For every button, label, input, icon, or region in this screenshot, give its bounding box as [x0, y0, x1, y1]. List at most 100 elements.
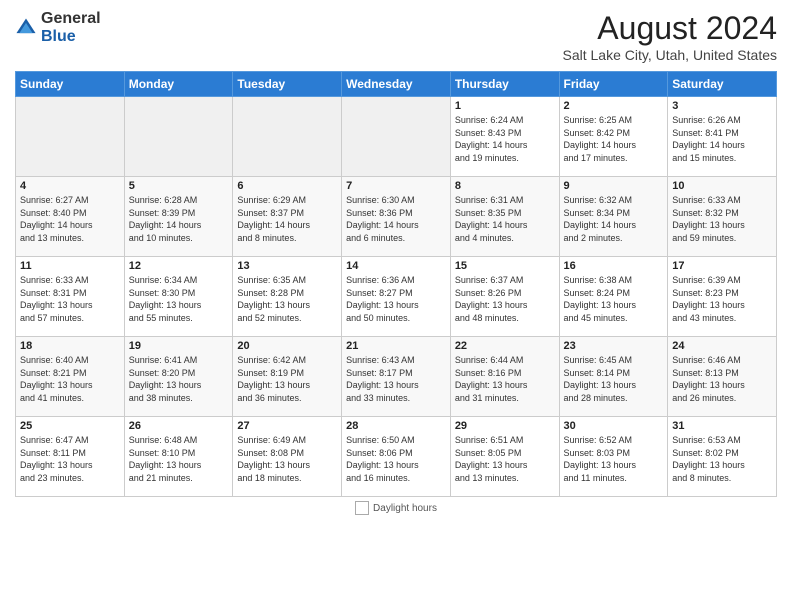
- calendar-cell: 21 Sunrise: 6:43 AM Sunset: 8:17 PM Dayli…: [342, 337, 451, 417]
- calendar-cell: 28Sunrise: 6:50 AM Sunset: 8:06 PM Dayli…: [342, 417, 451, 497]
- weekday-header-saturday: Saturday: [668, 72, 777, 97]
- day-info: Sunrise: 6:30 AM Sunset: 8:36 PM Dayligh…: [346, 194, 446, 244]
- day-info: Sunrise: 6:27 AM Sunset: 8:40 PM Dayligh…: [20, 194, 120, 244]
- day-number: 17: [672, 260, 772, 272]
- calendar-cell: 3 Sunrise: 6:26 AM Sunset: 8:41 PM Daylig…: [668, 97, 777, 177]
- day-number: 9: [564, 180, 664, 192]
- day-info: Sunrise: 6:38 AM Sunset: 8:24 PM Dayligh…: [564, 274, 664, 324]
- calendar-cell: 7 Sunrise: 6:30 AM Sunset: 8:36 PM Daylig…: [342, 177, 451, 257]
- calendar-cell: 6 Sunrise: 6:29 AM Sunset: 8:37 PM Daylig…: [233, 177, 342, 257]
- day-info: Sunrise: 6:29 AM Sunset: 8:37 PM Dayligh…: [237, 194, 337, 244]
- day-number: 24: [672, 340, 772, 352]
- day-info: Sunrise: 6:33 AM Sunset: 8:32 PM Dayligh…: [672, 194, 772, 244]
- weekday-header-friday: Friday: [559, 72, 668, 97]
- day-info: Sunrise: 6:49 AM Sunset: 8:08 PM Dayligh…: [237, 434, 337, 484]
- day-info: Sunrise: 6:52 AM Sunset: 8:03 PM Dayligh…: [564, 434, 664, 484]
- day-number: 2: [564, 100, 664, 112]
- day-info: Sunrise: 6:48 AM Sunset: 8:10 PM Dayligh…: [129, 434, 229, 484]
- day-number: 23: [564, 340, 664, 352]
- calendar-cell: 31 Sunrise: 6:53 AM Sunset: 8:02 PM Dayli…: [668, 417, 777, 497]
- day-number: 11: [20, 260, 120, 272]
- weekday-header-monday: Monday: [124, 72, 233, 97]
- day-number: 14: [346, 260, 446, 272]
- calendar-cell: 18 Sunrise: 6:40 AM Sunset: 8:21 PM Dayli…: [16, 337, 125, 417]
- weekday-header-wednesday: Wednesday: [342, 72, 451, 97]
- calendar-cell: 20Sunrise: 6:42 AM Sunset: 8:19 PM Dayli…: [233, 337, 342, 417]
- calendar-cell: 17 Sunrise: 6:39 AM Sunset: 8:23 PM Dayli…: [668, 257, 777, 337]
- calendar-cell: 9 Sunrise: 6:32 AM Sunset: 8:34 PM Daylig…: [559, 177, 668, 257]
- day-number: 30: [564, 420, 664, 432]
- day-info: Sunrise: 6:25 AM Sunset: 8:42 PM Dayligh…: [564, 114, 664, 164]
- weekday-header-sunday: Sunday: [16, 72, 125, 97]
- logo-general-text: General: [41, 10, 101, 27]
- calendar-cell: 16 Sunrise: 6:38 AM Sunset: 8:24 PM Dayli…: [559, 257, 668, 337]
- day-number: 31: [672, 420, 772, 432]
- calendar-cell: 22 Sunrise: 6:44 AM Sunset: 8:16 PM Dayli…: [450, 337, 559, 417]
- day-number: 26: [129, 420, 229, 432]
- day-info: Sunrise: 6:44 AM Sunset: 8:16 PM Dayligh…: [455, 354, 555, 404]
- day-number: 13: [237, 260, 337, 272]
- calendar-cell: 29 Sunrise: 6:51 AM Sunset: 8:05 PM Dayli…: [450, 417, 559, 497]
- logo: General Blue: [15, 10, 101, 45]
- header: General Blue August 2024 Salt Lake City,…: [15, 10, 777, 63]
- calendar-cell: 4 Sunrise: 6:27 AM Sunset: 8:40 PM Daylig…: [16, 177, 125, 257]
- day-number: 20: [237, 340, 337, 352]
- calendar-cell: 14Sunrise: 6:36 AM Sunset: 8:27 PM Dayli…: [342, 257, 451, 337]
- day-info: Sunrise: 6:51 AM Sunset: 8:05 PM Dayligh…: [455, 434, 555, 484]
- calendar-cell: [342, 97, 451, 177]
- legend-box-daylight: [355, 501, 369, 515]
- day-info: Sunrise: 6:32 AM Sunset: 8:34 PM Dayligh…: [564, 194, 664, 244]
- day-info: Sunrise: 6:34 AM Sunset: 8:30 PM Dayligh…: [129, 274, 229, 324]
- day-info: Sunrise: 6:39 AM Sunset: 8:23 PM Dayligh…: [672, 274, 772, 324]
- calendar-cell: 2 Sunrise: 6:25 AM Sunset: 8:42 PM Daylig…: [559, 97, 668, 177]
- calendar-cell: 1Sunrise: 6:24 AM Sunset: 8:43 PM Daylig…: [450, 97, 559, 177]
- calendar-cell: 25 Sunrise: 6:47 AM Sunset: 8:11 PM Dayli…: [16, 417, 125, 497]
- weekday-header-tuesday: Tuesday: [233, 72, 342, 97]
- day-info: Sunrise: 6:53 AM Sunset: 8:02 PM Dayligh…: [672, 434, 772, 484]
- calendar-cell: 12 Sunrise: 6:34 AM Sunset: 8:30 PM Dayli…: [124, 257, 233, 337]
- day-number: 25: [20, 420, 120, 432]
- calendar-table: SundayMondayTuesdayWednesdayThursdayFrid…: [15, 71, 777, 497]
- calendar-cell: [16, 97, 125, 177]
- day-number: 15: [455, 260, 555, 272]
- day-number: 6: [237, 180, 337, 192]
- day-number: 21: [346, 340, 446, 352]
- logo-icon: [15, 17, 37, 39]
- day-number: 29: [455, 420, 555, 432]
- day-number: 4: [20, 180, 120, 192]
- calendar-cell: 8Sunrise: 6:31 AM Sunset: 8:35 PM Daylig…: [450, 177, 559, 257]
- day-info: Sunrise: 6:43 AM Sunset: 8:17 PM Dayligh…: [346, 354, 446, 404]
- day-info: Sunrise: 6:47 AM Sunset: 8:11 PM Dayligh…: [20, 434, 120, 484]
- calendar-cell: 15 Sunrise: 6:37 AM Sunset: 8:26 PM Dayli…: [450, 257, 559, 337]
- day-number: 16: [564, 260, 664, 272]
- calendar-cell: 19Sunrise: 6:41 AM Sunset: 8:20 PM Dayli…: [124, 337, 233, 417]
- day-info: Sunrise: 6:45 AM Sunset: 8:14 PM Dayligh…: [564, 354, 664, 404]
- day-number: 18: [20, 340, 120, 352]
- calendar-cell: 27Sunrise: 6:49 AM Sunset: 8:08 PM Dayli…: [233, 417, 342, 497]
- day-number: 3: [672, 100, 772, 112]
- legend-daylight: Daylight hours: [355, 501, 437, 515]
- logo-blue-text: Blue: [41, 28, 76, 45]
- day-info: Sunrise: 6:50 AM Sunset: 8:06 PM Dayligh…: [346, 434, 446, 484]
- calendar-cell: 24 Sunrise: 6:46 AM Sunset: 8:13 PM Dayli…: [668, 337, 777, 417]
- day-number: 12: [129, 260, 229, 272]
- calendar-cell: 13Sunrise: 6:35 AM Sunset: 8:28 PM Dayli…: [233, 257, 342, 337]
- calendar-cell: [124, 97, 233, 177]
- day-info: Sunrise: 6:40 AM Sunset: 8:21 PM Dayligh…: [20, 354, 120, 404]
- day-number: 7: [346, 180, 446, 192]
- day-number: 22: [455, 340, 555, 352]
- week-row-4: 25 Sunrise: 6:47 AM Sunset: 8:11 PM Dayli…: [16, 417, 777, 497]
- day-info: Sunrise: 6:26 AM Sunset: 8:41 PM Dayligh…: [672, 114, 772, 164]
- calendar-cell: [233, 97, 342, 177]
- calendar-cell: 23 Sunrise: 6:45 AM Sunset: 8:14 PM Dayli…: [559, 337, 668, 417]
- weekday-header-thursday: Thursday: [450, 72, 559, 97]
- week-row-1: 4 Sunrise: 6:27 AM Sunset: 8:40 PM Daylig…: [16, 177, 777, 257]
- day-info: Sunrise: 6:28 AM Sunset: 8:39 PM Dayligh…: [129, 194, 229, 244]
- page: General Blue August 2024 Salt Lake City,…: [0, 0, 792, 612]
- day-info: Sunrise: 6:31 AM Sunset: 8:35 PM Dayligh…: [455, 194, 555, 244]
- calendar-cell: 10Sunrise: 6:33 AM Sunset: 8:32 PM Dayli…: [668, 177, 777, 257]
- day-info: Sunrise: 6:46 AM Sunset: 8:13 PM Dayligh…: [672, 354, 772, 404]
- legend-daylight-label: Daylight hours: [373, 503, 437, 514]
- title-block: August 2024 Salt Lake City, Utah, United…: [562, 10, 777, 63]
- day-info: Sunrise: 6:37 AM Sunset: 8:26 PM Dayligh…: [455, 274, 555, 324]
